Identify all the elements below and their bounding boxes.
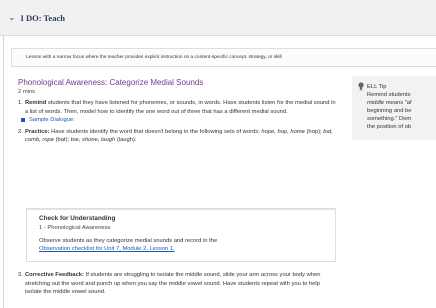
ell-tip-line: Remind students (367, 92, 411, 98)
word-set: hope, hop, home (261, 128, 305, 135)
step-label: Corrective Feedback: (25, 272, 84, 278)
lesson-description: Lesson with a narrow focus where the tea… (11, 48, 436, 67)
word-answer: (hop); (304, 128, 324, 135)
step-label: Remind (25, 100, 47, 106)
ell-tip-fragment: means "af (384, 100, 412, 106)
ell-tip-line: beginning and be (367, 108, 412, 114)
step-remind: 1. Remind students that they have listen… (18, 99, 336, 116)
step-number: 1. (18, 100, 23, 106)
ell-tip-text: ELL Tip Remind students middle means "af… (367, 83, 436, 131)
ell-tip-line: middle means "af (367, 99, 436, 107)
step-corrective-feedback: 3. Corrective Feedback: If students are … (18, 271, 336, 297)
lesson-content: Phonological Awareness: Categorize Media… (18, 78, 336, 145)
lesson-duration: 2 mins (18, 89, 36, 95)
step-number: 2. (18, 128, 23, 135)
step-label: Practice: (25, 128, 50, 135)
sample-dialogue-label[interactable]: Sample Dialogue: (29, 116, 75, 125)
section-title: I DO: Teach (20, 12, 65, 23)
cfu-body: Observe students as they categorize medi… (39, 237, 218, 244)
cfu-subheading: 1 - Phonological Awareness (39, 224, 111, 231)
step-text: Have students identify the word that doe… (49, 128, 262, 135)
step-text: students that they have listened for pho… (25, 100, 336, 115)
word-set: toe, shone, laugh (70, 137, 116, 144)
lesson-title: Phonological Awareness: Categorize Media… (18, 78, 204, 87)
step-number: 3. (18, 272, 23, 278)
ell-tip-panel: ELL Tip Remind students middle means "af… (352, 76, 436, 140)
ell-tip-line: something." Dem (367, 116, 412, 122)
sample-dialogue-link[interactable]: Sample Dialogue: (21, 116, 336, 125)
check-for-understanding: Check for Understanding 1 - Phonological… (26, 208, 336, 262)
step-practice: 2. Practice: Have students identify the … (18, 128, 336, 145)
section-header[interactable]: ⌄ I DO: Teach (0, 0, 436, 36)
word-answer: (bat); (54, 137, 71, 144)
cfu-heading: Check for Understanding (39, 215, 116, 222)
ell-tip-emphasis: middle (367, 100, 385, 106)
lightbulb-icon (358, 82, 364, 91)
square-bullet-icon (21, 118, 25, 123)
ell-tip-title: ELL Tip (367, 84, 387, 90)
word-answer: (laugh). (115, 137, 137, 144)
chevron-down-icon[interactable]: ⌄ (8, 13, 16, 22)
ell-tip-line: the position of ob (367, 124, 412, 130)
divider (27, 209, 335, 210)
observation-checklist-link[interactable]: Observation checklist for Unit 7, Module… (39, 245, 335, 253)
